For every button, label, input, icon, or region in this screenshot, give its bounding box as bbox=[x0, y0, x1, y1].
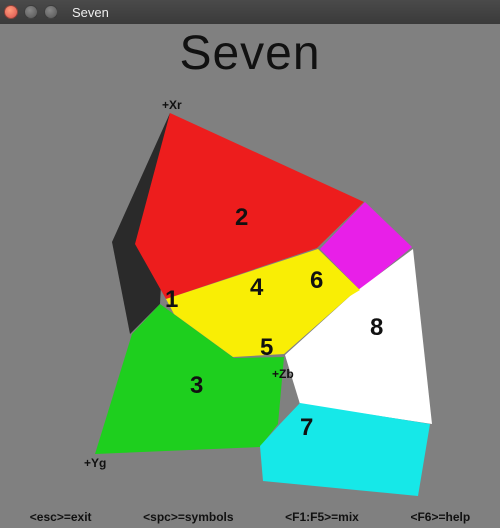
status-bar: <esc>=exit <spc>=symbols <F1:F5>=mix <F6… bbox=[0, 510, 500, 524]
axis-label-xr: +Xr bbox=[162, 98, 182, 112]
region-label-2: 2 bbox=[235, 204, 248, 232]
maximize-icon[interactable] bbox=[44, 5, 58, 19]
window-titlebar: Seven bbox=[0, 0, 500, 24]
close-icon[interactable] bbox=[4, 5, 18, 19]
region-label-4: 4 bbox=[250, 274, 263, 302]
region-label-1: 1 bbox=[165, 286, 178, 314]
hint-f6: <F6>=help bbox=[410, 510, 470, 524]
hint-f1f5: <F1:F5>=mix bbox=[285, 510, 359, 524]
window-title: Seven bbox=[72, 5, 109, 20]
hint-esc: <esc>=exit bbox=[30, 510, 92, 524]
render-canvas: Seven +Xr +Yg +Zb 1 2 3 4 5 6 7 8 <esc>=… bbox=[0, 24, 500, 528]
region-label-7: 7 bbox=[300, 414, 313, 442]
region-label-6: 6 bbox=[310, 267, 323, 295]
hint-spc: <spc>=symbols bbox=[143, 510, 233, 524]
region-label-3: 3 bbox=[190, 372, 203, 400]
axis-label-zb: +Zb bbox=[272, 367, 294, 381]
region-label-8: 8 bbox=[370, 314, 383, 342]
axis-label-yg: +Yg bbox=[84, 456, 106, 470]
region-label-5: 5 bbox=[260, 334, 273, 362]
minimize-icon[interactable] bbox=[24, 5, 38, 19]
